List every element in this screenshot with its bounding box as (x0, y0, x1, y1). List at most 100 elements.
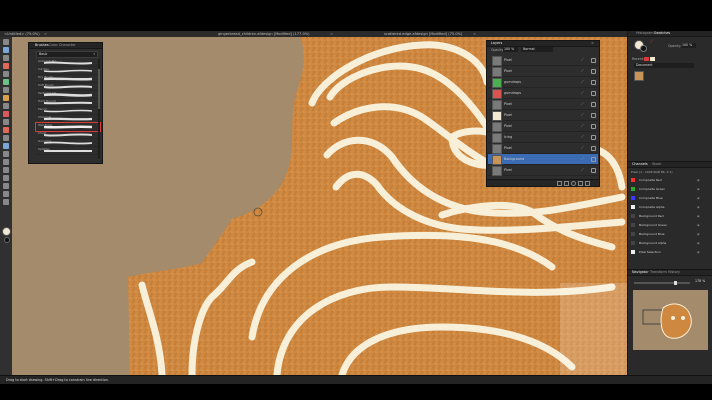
visibility-checkbox[interactable] (591, 102, 596, 107)
channel-toggle-icon[interactable]: ◉ (697, 205, 700, 209)
brush-category-select[interactable]: Basic ▾ (36, 51, 98, 58)
text-tool-icon[interactable] (3, 175, 9, 181)
zoom-slider[interactable] (634, 281, 690, 285)
layer-row[interactable]: Pixel ⟋ (488, 110, 598, 121)
brush-item[interactable]: Airbrush Pro (36, 59, 100, 67)
visibility-checkbox[interactable] (591, 91, 596, 96)
visibility-checkbox[interactable] (591, 113, 596, 118)
tab-character[interactable]: Character (59, 43, 76, 48)
blend-mode-select[interactable]: Normal (521, 47, 553, 52)
trash-icon[interactable] (585, 181, 590, 186)
pencil-icon[interactable]: ⟋ (581, 123, 584, 128)
tab-stock[interactable]: Stock (652, 162, 661, 167)
mask-icon[interactable] (578, 181, 583, 186)
selection-brush-icon[interactable] (3, 55, 9, 61)
brush-item[interactable]: Chalk (36, 131, 100, 139)
visibility-checkbox[interactable] (591, 135, 596, 140)
add-layer-icon[interactable] (557, 181, 562, 186)
move-tool-icon[interactable] (3, 39, 9, 45)
channel-toggle-icon[interactable]: ◉ (697, 250, 700, 254)
pixel-tool-icon[interactable] (3, 95, 9, 101)
view-tool-icon[interactable] (3, 47, 9, 53)
tab-channels[interactable]: Channels (632, 162, 648, 167)
tab-color[interactable]: Color (49, 43, 58, 48)
secondary-color-swatch[interactable] (4, 237, 10, 243)
brush-item-selected[interactable]: Wet Edge (35, 122, 101, 132)
pencil-icon[interactable]: ⟋ (581, 134, 584, 139)
tab-navigator[interactable]: Navigator (632, 270, 649, 275)
pencil-icon[interactable]: ⟋ (581, 101, 584, 106)
layer-row[interactable]: Pixel ⟋ (488, 66, 598, 77)
channel-row[interactable]: Composite Red ◉ (631, 176, 705, 184)
gradient-tool-icon[interactable] (3, 119, 9, 125)
visibility-checkbox[interactable] (591, 146, 596, 151)
zoom-tool-icon[interactable] (3, 191, 9, 197)
brush-item[interactable]: Hard Round (36, 99, 100, 107)
channel-row[interactable]: Background Blue ◉ (631, 230, 705, 238)
tab-swatches[interactable]: Swatches (654, 31, 670, 36)
dodge-brush-icon[interactable] (3, 151, 9, 157)
scrollbar-thumb[interactable] (98, 69, 100, 109)
layer-row[interactable]: Icing ⟋ (488, 132, 598, 143)
channel-row[interactable]: Background Alpha ◉ (631, 239, 705, 247)
layer-row[interactable]: Pixel ⟋ (488, 143, 598, 154)
tab-histogram[interactable]: Histogram (636, 31, 654, 36)
fill-tool-icon[interactable] (3, 111, 9, 117)
pencil-icon[interactable]: ⟋ (581, 68, 584, 73)
brush-item[interactable]: Ink Pen (36, 67, 100, 75)
document-swatch[interactable] (634, 71, 644, 81)
channel-row[interactable]: Composite Blue ◉ (631, 194, 705, 202)
channel-row[interactable]: Pixel Selection ◉ (631, 248, 705, 256)
channel-toggle-icon[interactable]: ◉ (697, 241, 700, 245)
layer-row[interactable]: gumdrops ⟋ (488, 88, 598, 99)
channel-toggle-icon[interactable]: ◉ (697, 178, 700, 182)
navigator-preview[interactable] (633, 290, 708, 350)
primary-color-swatch[interactable] (2, 227, 11, 236)
visibility-checkbox[interactable] (591, 157, 596, 162)
brushes-scrollbar[interactable] (98, 59, 100, 159)
visibility-checkbox[interactable] (591, 58, 596, 63)
group-icon[interactable] (564, 181, 569, 186)
marquee-tool-icon[interactable] (3, 71, 9, 77)
crop-tool-icon[interactable] (3, 79, 9, 85)
tab-transform[interactable]: Transform (650, 270, 667, 275)
hand-tool-icon[interactable] (3, 199, 9, 205)
channel-toggle-icon[interactable]: ◉ (697, 223, 700, 227)
channel-toggle-icon[interactable]: ◉ (697, 232, 700, 236)
paint-brush-icon[interactable] (3, 87, 9, 93)
recent-swatch[interactable] (644, 57, 649, 61)
channel-toggle-icon[interactable]: ◉ (697, 214, 700, 218)
channel-row[interactable]: Composite Alpha ◉ (631, 203, 705, 211)
pencil-icon[interactable]: ⟋ (581, 57, 584, 62)
pencil-icon[interactable]: ⟋ (581, 112, 584, 117)
channel-row[interactable]: Background Green ◉ (631, 221, 705, 229)
channel-toggle-icon[interactable]: ◉ (697, 196, 700, 200)
pencil-icon[interactable]: ⟋ (581, 167, 584, 172)
brush-item[interactable]: Charcoal (36, 115, 100, 123)
zoom-value[interactable]: 178 % (695, 279, 705, 283)
close-icon[interactable]: × (591, 41, 594, 46)
brush-item[interactable]: Dry Brush (36, 75, 100, 83)
red-eye-tool-icon[interactable] (3, 143, 9, 149)
pencil-icon[interactable]: ⟋ (581, 156, 584, 161)
layer-row[interactable]: Background ⟋ (488, 154, 598, 165)
visibility-checkbox[interactable] (591, 124, 596, 129)
visibility-checkbox[interactable] (591, 80, 596, 85)
layer-row[interactable]: Pixel ⟋ (488, 99, 598, 110)
pen-tool-icon[interactable] (3, 159, 9, 165)
brush-item[interactable]: Gouache (36, 139, 100, 147)
visibility-checkbox[interactable] (591, 69, 596, 74)
layer-row[interactable]: Pixel ⟋ (488, 55, 598, 66)
tab-brushes[interactable]: Brushes (35, 43, 49, 48)
healing-brush-icon[interactable] (3, 135, 9, 141)
layer-row[interactable]: gumdrops ⟋ (488, 77, 598, 88)
pencil-icon[interactable]: ⟋ (581, 145, 584, 150)
layer-row[interactable]: Pixel ⟋ (488, 121, 598, 132)
palette-select[interactable]: Document (634, 63, 694, 68)
stroke-color-circle[interactable] (640, 45, 647, 52)
recent-swatch[interactable] (650, 57, 655, 61)
opacity-field[interactable]: 100 % (503, 47, 518, 52)
color-picker-icon[interactable]: ⟋ (650, 39, 654, 45)
clone-brush-icon[interactable] (3, 127, 9, 133)
brush-item[interactable]: Pencil (36, 107, 100, 115)
